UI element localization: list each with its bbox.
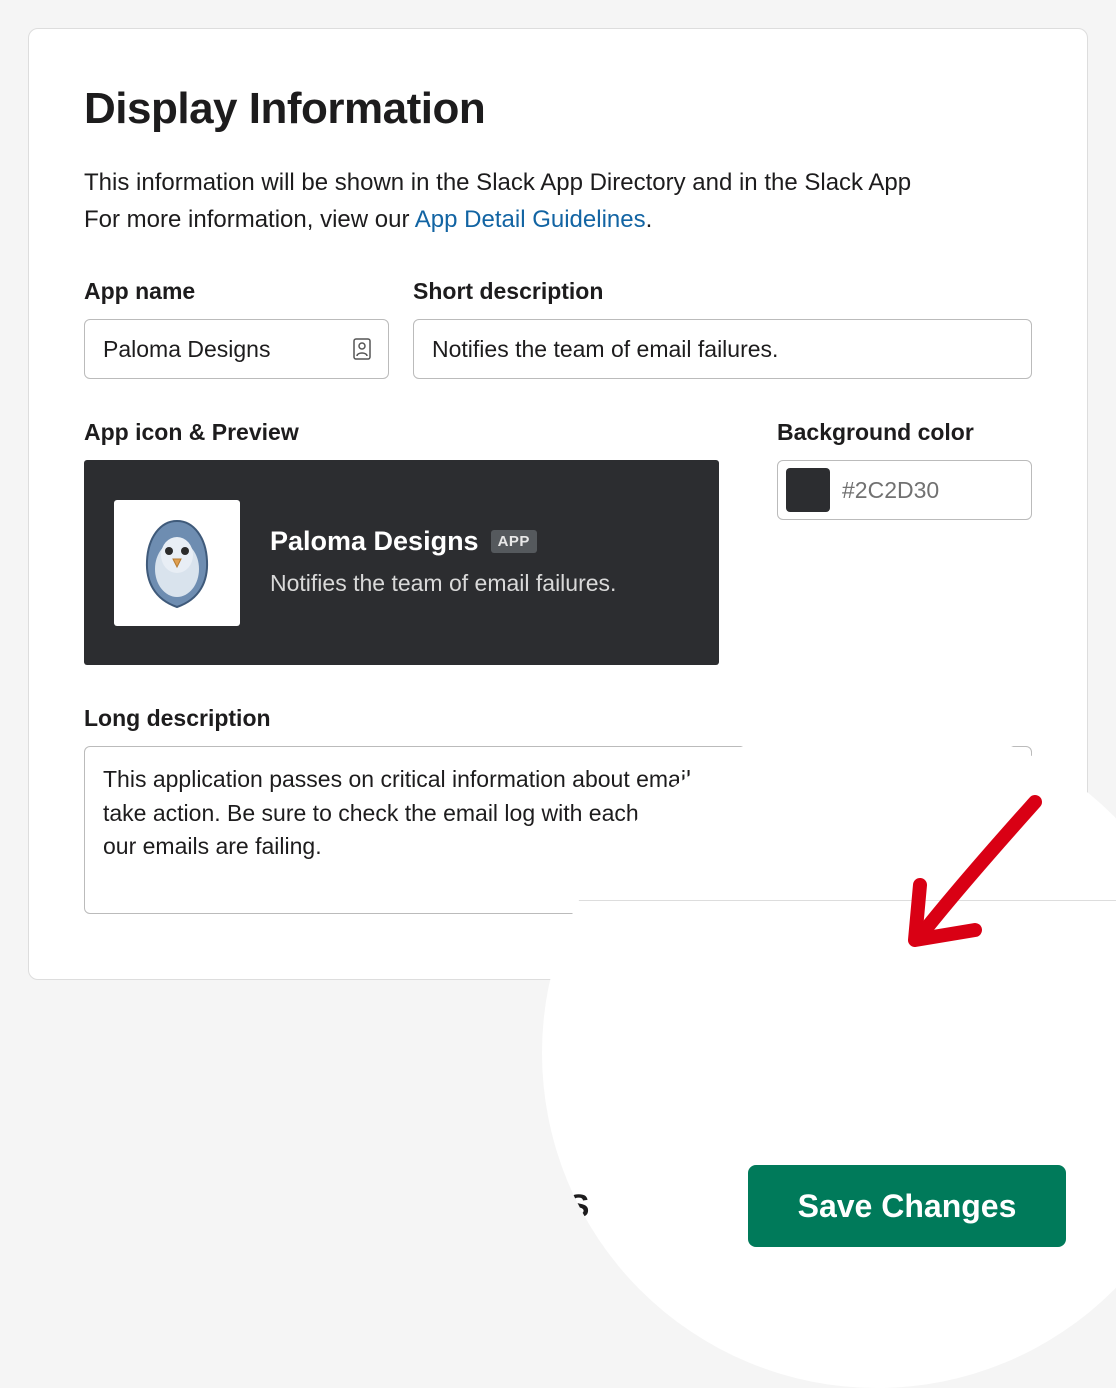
- preview-app-name: Paloma Designs: [270, 526, 479, 557]
- background-color-group: Background color #2C2D30: [777, 419, 1032, 665]
- app-name-label: App name: [84, 278, 389, 305]
- app-name-input-wrap: [84, 319, 389, 379]
- intro-line1: This information will be shown in the Sl…: [84, 169, 911, 196]
- preview-short-desc: Notifies the team of email failures.: [270, 567, 616, 599]
- app-preview-box: Paloma Designs APP Notifies the team of …: [84, 460, 719, 665]
- preview-text-block: Paloma Designs APP Notifies the team of …: [270, 526, 616, 599]
- save-changes-button[interactable]: Save Changes: [748, 1165, 1066, 1247]
- icon-bg-row: App icon & Preview Paloma Designs: [84, 419, 1032, 665]
- intro-line2-prefix: For more information, view our: [84, 206, 415, 233]
- intro-text: This information will be shown in the Sl…: [84, 164, 1032, 238]
- background-color-input[interactable]: #2C2D30: [777, 460, 1032, 520]
- short-desc-label: Short description: [413, 278, 1032, 305]
- discard-button-fragment: S: [568, 1165, 589, 1247]
- background-color-swatch: [786, 468, 830, 512]
- app-icon-preview-label: App icon & Preview: [84, 419, 719, 446]
- zoom-divider: [542, 900, 1116, 901]
- background-color-value: #2C2D30: [842, 477, 939, 504]
- preview-name-row: Paloma Designs APP: [270, 526, 616, 557]
- page-title: Display Information: [84, 84, 1032, 134]
- short-desc-group: Short description: [413, 278, 1032, 379]
- name-shortdesc-row: App name Short description: [84, 278, 1032, 379]
- app-icon-frame[interactable]: [114, 500, 240, 626]
- intro-line2-suffix: .: [646, 206, 653, 233]
- app-icon-preview-group: App icon & Preview Paloma Designs: [84, 419, 719, 665]
- app-badge: APP: [491, 530, 537, 553]
- app-name-input[interactable]: [84, 319, 389, 379]
- short-desc-input[interactable]: [413, 319, 1032, 379]
- app-detail-guidelines-link[interactable]: App Detail Guidelines: [415, 206, 646, 233]
- bird-icon: [132, 513, 222, 613]
- contact-card-icon: [351, 336, 373, 362]
- background-color-label: Background color: [777, 419, 1032, 446]
- app-name-group: App name: [84, 278, 389, 379]
